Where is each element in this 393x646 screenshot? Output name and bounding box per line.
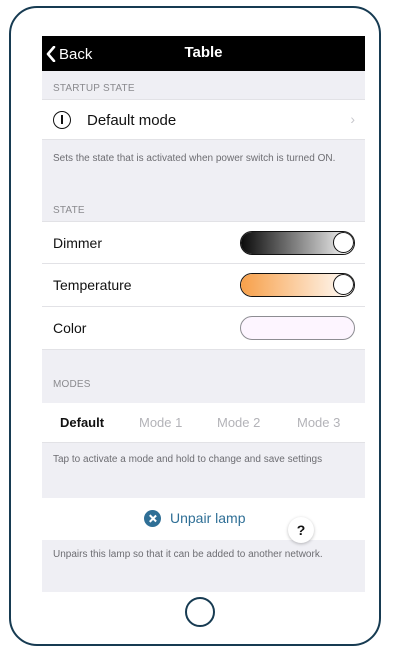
chevron-right-icon: ›: [350, 111, 355, 127]
color-row: Color: [42, 307, 365, 350]
color-picker[interactable]: [240, 316, 355, 340]
help-button[interactable]: ?: [288, 517, 314, 543]
startup-footnote: Sets the state that is activated when po…: [53, 153, 336, 164]
tab-mode-3[interactable]: Mode 3: [297, 415, 340, 430]
default-mode-label: Default mode: [87, 112, 177, 129]
temperature-slider-knob[interactable]: [333, 274, 354, 295]
app-screen: Back Table STARTUP STATE Default mode › …: [42, 36, 365, 592]
dimmer-slider[interactable]: [240, 231, 355, 255]
dimmer-row: Dimmer: [42, 221, 365, 264]
startup-section-header: STARTUP STATE: [53, 83, 135, 94]
unpair-lamp-button[interactable]: Unpair lamp: [42, 498, 365, 540]
home-button[interactable]: [185, 597, 215, 627]
unpair-footnote: Unpairs this lamp so that it can be adde…: [53, 549, 323, 560]
page-title: Table: [184, 44, 223, 61]
temperature-row: Temperature: [42, 264, 365, 307]
close-circle-icon: [144, 510, 161, 527]
modes-tabs: Default Mode 1 Mode 2 Mode 3: [42, 403, 365, 443]
tab-mode-1[interactable]: Mode 1: [139, 415, 182, 430]
modes-footnote: Tap to activate a mode and hold to chang…: [53, 454, 323, 465]
modes-section-header: MODES: [53, 379, 91, 390]
tab-mode-2[interactable]: Mode 2: [217, 415, 260, 430]
dimmer-slider-knob[interactable]: [333, 232, 354, 253]
color-label: Color: [53, 320, 87, 336]
default-mode-row[interactable]: Default mode ›: [42, 99, 365, 140]
nav-bar: Back Table: [42, 36, 365, 71]
temperature-label: Temperature: [53, 277, 132, 293]
dimmer-label: Dimmer: [53, 235, 102, 251]
info-icon: [53, 111, 71, 129]
tab-default[interactable]: Default: [60, 415, 104, 430]
unpair-lamp-label: Unpair lamp: [170, 510, 246, 526]
temperature-slider[interactable]: [240, 273, 355, 297]
state-section-header: STATE: [53, 205, 85, 216]
